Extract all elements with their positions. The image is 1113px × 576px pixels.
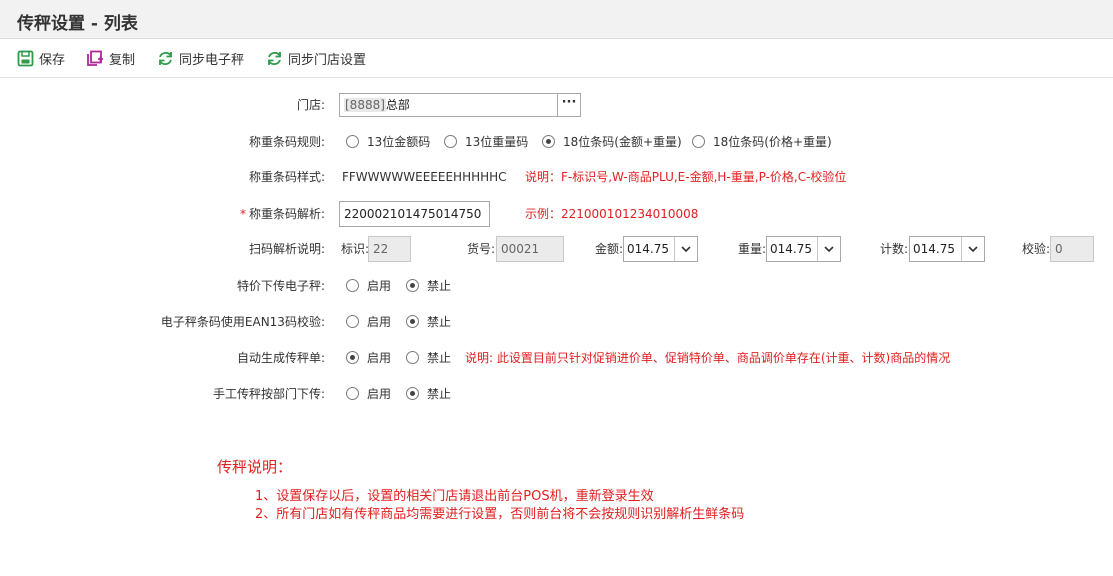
auto-gen-enable-radio[interactable] <box>346 351 359 364</box>
sku-input: 00021 <box>496 236 564 262</box>
special-price-enable-radio[interactable] <box>346 279 359 292</box>
store-label: 门店: <box>296 98 325 112</box>
copy-label: 复制 <box>109 52 136 68</box>
ean13-disable-label: 禁止 <box>427 315 452 329</box>
chevron-down-icon <box>961 237 984 261</box>
save-button[interactable]: 保存 <box>17 48 65 68</box>
flag-label: 标识: <box>341 242 370 256</box>
manual-dept-disable-radio[interactable] <box>406 387 419 400</box>
copy-icon <box>87 50 103 66</box>
style-note: 说明：F-标识号,W-商品PLU,E-金额,H-重量,P-价格,C-校验位 <box>525 170 847 184</box>
weight-label: 重量: <box>738 242 767 256</box>
sync-scale-button[interactable]: 同步电子秤 <box>157 48 244 68</box>
notes-line-1: 1、设置保存以后，设置的相关门店请退出前台POS机，重新登录生效 <box>255 489 654 504</box>
auto-gen-disable-label: 禁止 <box>427 351 452 365</box>
store-row: 门店: [8888]总部 ··· <box>0 91 1113 119</box>
count-value: 014.75 <box>913 242 955 256</box>
rule-option-18-amount-weight: 18位条码(金额+重量) <box>563 135 682 149</box>
manual-dept-row: 手工传秤按部门下传: 启用 禁止 <box>0 380 1113 408</box>
rule-radio-18-price-weight[interactable] <box>692 135 705 148</box>
weight-select[interactable]: 014.75 <box>766 236 841 262</box>
ean13-row: 电子秤条码使用EAN13码校验: 启用 禁止 <box>0 308 1113 336</box>
sync-scale-label: 同步电子秤 <box>179 52 245 68</box>
ean13-enable-radio[interactable] <box>346 315 359 328</box>
page-title: 传秤设置 - 列表 <box>17 14 138 34</box>
store-picker-button[interactable]: ··· <box>557 93 581 117</box>
chevron-down-icon <box>817 237 840 261</box>
ean13-label: 电子秤条码使用EAN13码校验: <box>160 315 325 329</box>
parse-label-wrap: * 称重条码解析: <box>240 200 325 228</box>
sync-store-button[interactable]: 同步门店设置 <box>266 48 366 68</box>
copy-button[interactable]: 复制 <box>86 48 135 68</box>
ean13-disable-radio[interactable] <box>406 315 419 328</box>
manual-dept-enable-label: 启用 <box>367 387 392 401</box>
rule-label: 称重条码规则: <box>248 135 325 149</box>
scan-row: 扫码解析说明: 标识: 22 货号: 00021 金额: 014.75 重量: … <box>0 235 1113 263</box>
scan-label: 扫码解析说明: <box>248 242 325 256</box>
chevron-down-icon <box>674 237 697 261</box>
manual-dept-label: 手工传秤按部门下传: <box>212 387 325 401</box>
save-icon <box>17 50 34 66</box>
amount-label: 金额: <box>595 242 624 256</box>
manual-dept-enable-radio[interactable] <box>346 387 359 400</box>
parse-row: * 称重条码解析: 220002101475014750 示例：221000101… <box>0 200 1113 228</box>
style-value: FFWWWWWEEEEEHHHHHC <box>342 170 507 184</box>
parse-label: 称重条码解析: <box>248 207 325 221</box>
special-price-label: 特价下传电子秤: <box>236 279 325 293</box>
notes-line-2: 2、所有门店如有传秤商品均需要进行设置，否则前台将不会按规则识别解析生鲜条码 <box>255 507 745 522</box>
auto-gen-label: 自动生成传秤单: <box>236 351 325 365</box>
check-label: 校验: <box>1022 242 1051 256</box>
amount-value: 014.75 <box>627 242 669 256</box>
rule-radio-13-weight[interactable] <box>444 135 457 148</box>
store-name: 总部 <box>385 98 410 112</box>
ean13-enable-label: 启用 <box>367 315 392 329</box>
rule-option-13-weight: 13位重量码 <box>465 135 529 149</box>
required-mark: * <box>239 207 246 221</box>
special-price-enable-label: 启用 <box>367 279 392 293</box>
parse-example: 示例：221000101234010008 <box>525 207 699 221</box>
auto-gen-disable-radio[interactable] <box>406 351 419 364</box>
rule-radio-13-amount[interactable] <box>346 135 359 148</box>
save-label: 保存 <box>39 52 66 68</box>
title-bar: 传秤设置 - 列表 <box>0 0 1113 39</box>
auto-gen-note: 说明: 此设置目前只针对促销进价单、促销特价单、商品调价单存在(计重、计数)商品… <box>465 351 951 365</box>
count-label: 计数: <box>880 242 909 256</box>
style-label: 称重条码样式: <box>248 170 325 184</box>
count-select[interactable]: 014.75 <box>909 236 985 262</box>
rule-row: 称重条码规则: 13位金额码 13位重量码 18位条码(金额+重量) 18位条码… <box>0 128 1113 156</box>
flag-input: 22 <box>368 236 411 262</box>
style-row: 称重条码样式: FFWWWWWEEEEEHHHHHC 说明：F-标识号,W-商品… <box>0 163 1113 191</box>
auto-gen-enable-label: 启用 <box>367 351 392 365</box>
notes-title: 传秤说明： <box>217 458 293 476</box>
rule-option-13-amount: 13位金额码 <box>367 135 431 149</box>
special-price-disable-radio[interactable] <box>406 279 419 292</box>
sync-store-label: 同步门店设置 <box>288 52 367 68</box>
amount-select[interactable]: 014.75 <box>623 236 698 262</box>
sync-icon <box>159 51 172 65</box>
store-input[interactable]: [8888]总部 <box>339 93 558 117</box>
manual-dept-disable-label: 禁止 <box>427 387 452 401</box>
weight-value: 014.75 <box>770 242 812 256</box>
parse-input[interactable]: 220002101475014750 <box>339 201 490 227</box>
rule-option-18-price-weight: 18位条码(价格+重量) <box>713 135 832 149</box>
check-input: 0 <box>1050 236 1094 262</box>
toolbar: 保存 复制 同步电子秤 同步门店设置 <box>0 39 1113 78</box>
special-price-row: 特价下传电子秤: 启用 禁止 <box>0 272 1113 300</box>
rule-radio-18-amount-weight[interactable] <box>542 135 555 148</box>
auto-gen-row: 自动生成传秤单: 启用 禁止 说明: 此设置目前只针对促销进价单、促销特价单、商… <box>0 344 1113 372</box>
sku-label: 货号: <box>467 242 496 256</box>
sync-icon <box>268 51 281 65</box>
special-price-disable-label: 禁止 <box>427 279 452 293</box>
store-code: [8888] <box>344 98 386 112</box>
